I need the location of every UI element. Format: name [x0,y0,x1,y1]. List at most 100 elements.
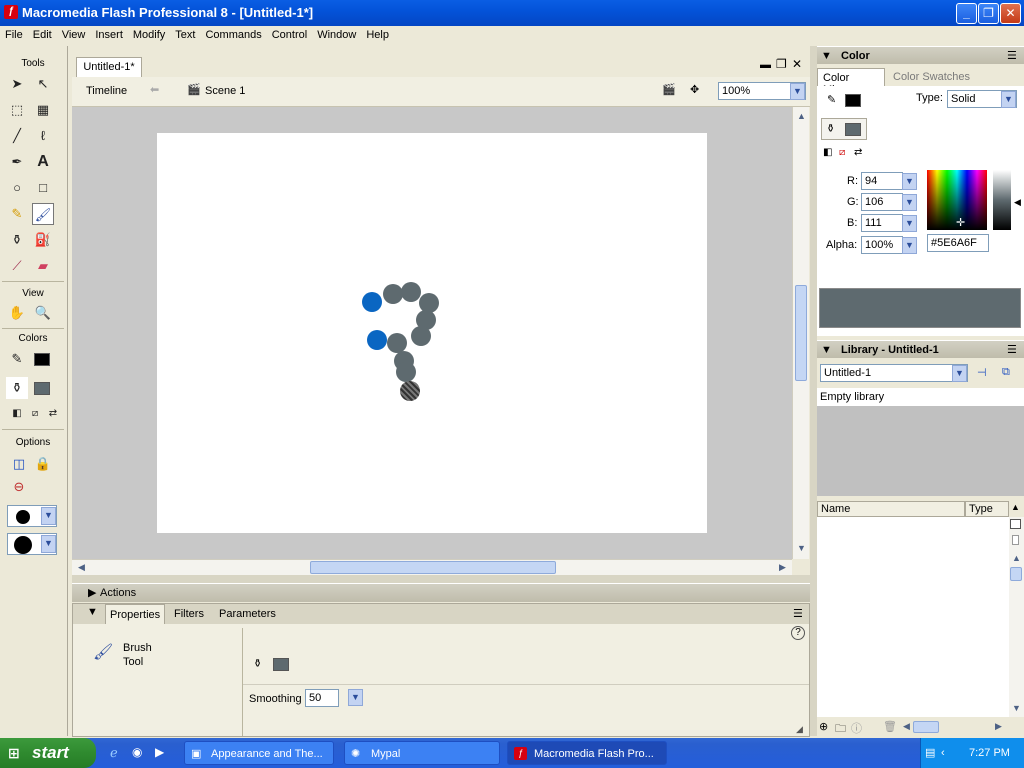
actions-panel-header[interactable]: ▶ Actions [72,583,810,602]
scroll-thumb[interactable] [913,721,939,733]
lasso-tool-icon[interactable]: ℓ [32,125,54,147]
scroll-thumb[interactable] [1010,567,1022,581]
r-input[interactable]: 94 [861,172,903,190]
fill-color-swatch[interactable] [34,382,50,395]
scroll-up-icon[interactable]: ▲ [1009,551,1024,566]
clock[interactable]: 7:27 PM [969,738,1010,768]
column-name[interactable]: Name [817,501,965,517]
ie-icon[interactable]: ℯ [110,745,118,761]
library-vscroll[interactable]: ▲ ▼ [1009,517,1024,717]
menu-insert[interactable]: Insert [90,26,128,44]
pressure-icon[interactable]: ⊖ [8,476,30,498]
brush-mode-icon[interactable]: ◫ [8,453,30,475]
fill-color-swatch[interactable] [845,123,861,136]
swap-colors-icon[interactable]: ⇄ [42,403,64,425]
edit-symbols-icon[interactable]: ✥ [690,83,699,96]
library-list[interactable] [817,517,1009,717]
b-input[interactable]: 111 [861,214,903,232]
brush-size-select[interactable]: ▼ [7,505,57,527]
timeline-button[interactable]: Timeline [86,85,127,97]
alpha-input[interactable]: 100% [861,236,903,254]
chevron-down-icon[interactable]: ▼ [902,173,917,190]
scroll-down-icon[interactable]: ▼ [794,541,809,556]
tray-expand-icon[interactable]: ‹ [941,738,945,768]
delete-icon[interactable]: 🗑 [883,720,897,733]
scroll-right-icon[interactable]: ▶ [991,719,1006,734]
oval-tool-icon[interactable]: ○ [6,177,28,199]
no-color-icon[interactable]: ⧄ [839,147,845,158]
paint-bucket-tool-icon[interactable]: ⛽ [32,229,54,251]
start-button[interactable]: ⊞ start [0,738,96,768]
scroll-up-icon[interactable]: ▲ [794,109,809,124]
scroll-down-icon[interactable]: ▼ [1009,701,1024,716]
pencil-tool-icon[interactable]: ✎ [6,203,28,225]
new-folder-icon[interactable]: 🗀 [835,720,846,739]
zoom-tool-icon[interactable]: 🔍 [32,302,54,324]
vertical-scrollbar[interactable]: ▲ ▼ [792,107,809,559]
text-tool-icon[interactable]: A [32,151,54,173]
gradient-transform-tool-icon[interactable]: ▦ [32,99,54,121]
pin-library-icon[interactable]: ⊣ [977,366,987,379]
subselect-tool-icon[interactable]: ↖ [32,73,54,95]
menu-commands[interactable]: Commands [200,26,266,44]
document-tab[interactable]: Untitled-1* [76,57,142,77]
network-icon[interactable]: ▤ [925,738,935,768]
media-icon[interactable]: ▶ [155,745,164,759]
browser-icon[interactable]: ◉ [132,745,142,759]
panel-splitter[interactable] [810,46,817,736]
scroll-left-icon[interactable]: ◀ [899,719,914,734]
tab-color-mixer[interactable]: Color Mixer [817,68,885,96]
edit-scene-icon[interactable]: 🎬 [662,83,676,96]
swap-colors-icon[interactable]: ⇄ [854,147,862,158]
eyedropper-tool-icon[interactable]: ⟋ [6,255,28,277]
stage-canvas[interactable] [157,133,707,533]
menu-text[interactable]: Text [170,26,200,44]
menu-control[interactable]: Control [267,26,312,44]
doc-close-icon[interactable]: ✕ [792,57,802,71]
menu-view[interactable]: View [57,26,91,44]
lock-fill-icon[interactable]: 🔒 [32,453,54,475]
ink-bottle-tool-icon[interactable]: ⚱ [6,229,28,251]
tab-properties[interactable]: Properties [105,604,166,624]
chevron-down-icon[interactable]: ▼ [902,194,917,211]
library-panel-header[interactable]: ▼ Library - Untitled-1 ☰ [817,340,1024,358]
menu-edit[interactable]: Edit [28,26,57,44]
line-tool-icon[interactable]: ╱ [6,125,28,147]
doc-restore-icon[interactable]: ❐ [776,57,787,71]
chevron-down-icon[interactable]: ▼ [41,507,56,525]
scroll-right-icon[interactable]: ▶ [775,560,790,575]
scroll-thumb[interactable] [310,561,556,574]
scroll-left-icon[interactable]: ◀ [74,560,89,575]
wide-view-icon[interactable] [1010,519,1021,529]
eraser-tool-icon[interactable]: ▰ [32,255,54,277]
brush-shape-select[interactable]: ▼ [7,533,57,555]
scroll-thumb[interactable] [795,285,807,381]
properties-icon[interactable]: ⓘ [851,720,862,736]
close-button[interactable]: ✕ [1000,3,1021,24]
chevron-down-icon[interactable]: ▼ [902,237,917,254]
hand-tool-icon[interactable]: ✋ [6,302,28,324]
smoothing-input[interactable]: 50 [305,689,339,707]
column-type[interactable]: Type [965,501,1009,517]
chevron-down-icon[interactable]: ▼ [902,215,917,232]
minimize-button[interactable]: _ [956,3,977,24]
chevron-down-icon[interactable]: ▼ [41,535,56,553]
panel-splitter[interactable] [72,575,810,583]
fill-color-swatch[interactable] [273,658,289,671]
tab-parameters[interactable]: Parameters [219,608,276,620]
chevron-down-icon[interactable]: ▼ [952,365,967,382]
panel-menu-icon[interactable]: ☰ [793,607,803,620]
scene-label[interactable]: Scene 1 [205,85,245,97]
task-mypal[interactable]: ✺ Mypal [344,741,500,765]
color-panel-header[interactable]: ▼ Color ☰ [817,46,1024,64]
new-library-icon[interactable]: ⧉ [1002,366,1010,379]
menu-modify[interactable]: Modify [128,26,170,44]
default-colors-icon[interactable]: ◧ [823,147,832,158]
pen-tool-icon[interactable]: ✒ [6,151,28,173]
task-appearance[interactable]: ▣ Appearance and The... [184,741,334,765]
stroke-color-swatch[interactable] [34,353,50,366]
back-arrow-icon[interactable]: ⬅ [150,83,159,96]
hex-input[interactable]: #5E6A6F [927,234,989,252]
help-icon[interactable]: ? [791,626,805,640]
chevron-down-icon[interactable]: ▼ [1001,91,1016,108]
